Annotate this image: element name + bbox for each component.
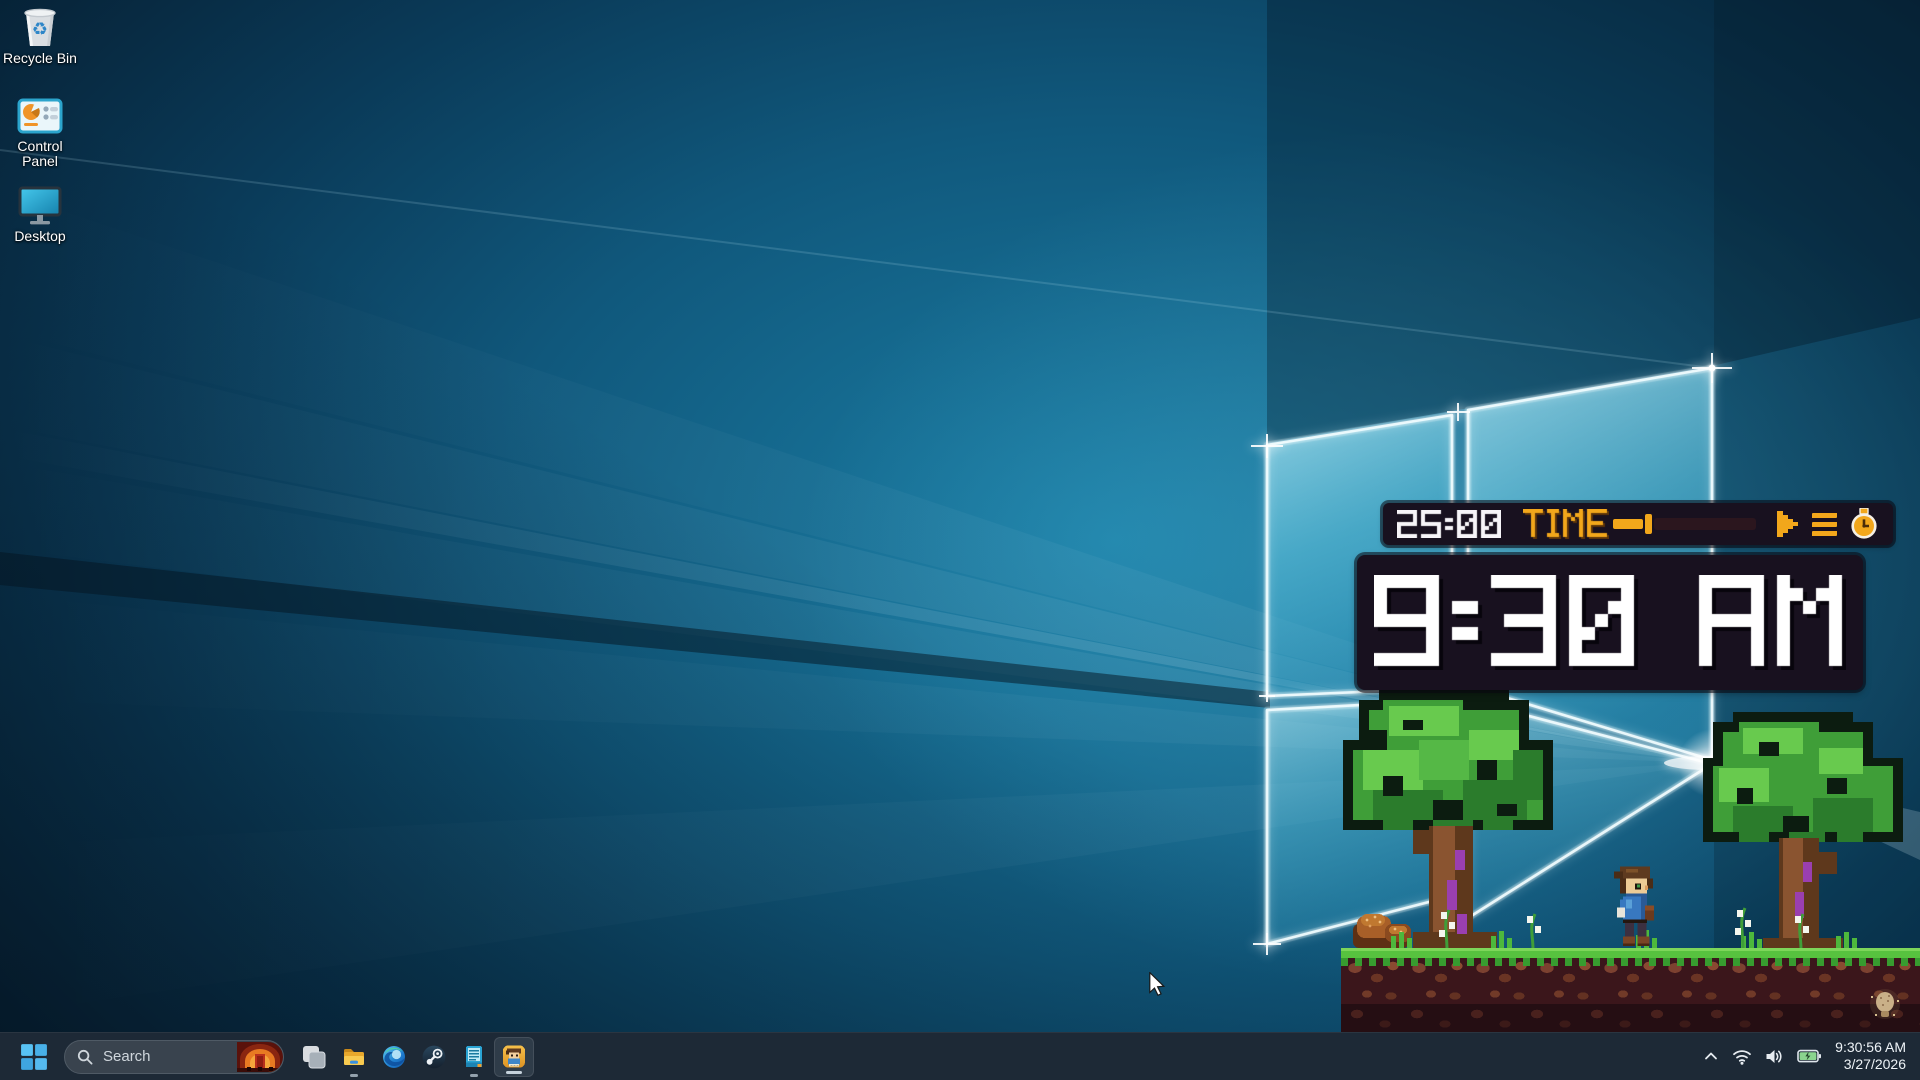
system-tray: 9:30:56 AM 3/27/2026: [1703, 1032, 1920, 1080]
taskbar-app-task-view[interactable]: [294, 1035, 334, 1079]
svg-text:♻: ♻: [32, 19, 48, 40]
ground-grass: [1341, 948, 1920, 958]
ground-deep-dirt: [1341, 1004, 1920, 1032]
desktop-monitor-icon: [18, 186, 62, 226]
file-explorer-icon: [341, 1044, 367, 1070]
desktop-root: ♻ Recycle Bin Control Panel Desktop: [0, 0, 1920, 1080]
tray-date: 3/27/2026: [1835, 1056, 1906, 1073]
steam-icon: [421, 1044, 447, 1070]
start-button[interactable]: [14, 1035, 54, 1079]
theater-pixel-art: [237, 1042, 283, 1072]
timer-countdown: [1397, 510, 1501, 538]
play-button[interactable]: [1776, 511, 1800, 537]
timer-label: [1523, 509, 1609, 539]
taskbar-app-pixel-game[interactable]: [494, 1037, 534, 1077]
pixel-character[interactable]: [1611, 866, 1659, 948]
taskbar-app-edge[interactable]: [374, 1035, 414, 1079]
progress-handle[interactable]: [1645, 514, 1652, 534]
edge-icon: [381, 1044, 407, 1070]
chevron-up-icon: [1703, 1049, 1719, 1063]
pixel-clock-panel[interactable]: [1357, 555, 1863, 690]
pixel-timer-bar[interactable]: [1383, 503, 1893, 545]
battery-icon: [1797, 1047, 1822, 1065]
white-flowers: [1437, 904, 1917, 950]
desktop-icon-label: Control Panel: [2, 139, 78, 169]
stopwatch-icon: [1849, 508, 1879, 540]
stopwatch-button[interactable]: [1849, 508, 1879, 540]
running-indicator: [350, 1074, 358, 1077]
play-icon: [1776, 511, 1800, 537]
search-icon: [77, 1049, 93, 1065]
desktop-icon-label: Desktop: [2, 229, 78, 244]
taskbar-left: [0, 1033, 534, 1080]
pixel-game-icon: [501, 1043, 527, 1070]
taskbar-app-notes[interactable]: [454, 1035, 494, 1079]
search-box[interactable]: [64, 1040, 284, 1074]
active-indicator: [506, 1071, 522, 1074]
wifi-icon: [1732, 1048, 1752, 1065]
search-input[interactable]: [101, 1047, 237, 1066]
grass-edge: [1341, 958, 1920, 966]
taskbar-app-steam[interactable]: [414, 1035, 454, 1079]
task-view-icon: [301, 1044, 327, 1070]
control-panel-icon: [17, 98, 63, 136]
network-button[interactable]: [1732, 1048, 1752, 1065]
tray-time: 9:30:56 AM: [1835, 1039, 1906, 1056]
clock-time-display: [1374, 575, 1846, 670]
windows-start-icon: [20, 1043, 48, 1071]
taskbar-app-file-explorer[interactable]: [334, 1035, 374, 1079]
progress-fill: [1613, 519, 1643, 529]
volume-button[interactable]: [1765, 1048, 1784, 1065]
recycle-bin-icon: ♻: [20, 6, 60, 48]
menu-button[interactable]: [1812, 512, 1837, 536]
timer-progress[interactable]: [1613, 514, 1756, 534]
desktop-icon-label: Recycle Bin: [2, 51, 78, 66]
volume-icon: [1765, 1048, 1784, 1065]
glowing-item: [1869, 988, 1901, 1026]
tray-overflow-button[interactable]: [1703, 1049, 1719, 1063]
battery-button[interactable]: [1797, 1047, 1822, 1065]
desktop-icon-control-panel[interactable]: Control Panel: [2, 98, 78, 169]
tray-clock[interactable]: 9:30:56 AM 3/27/2026: [1835, 1039, 1906, 1073]
search-daily-image[interactable]: [237, 1042, 283, 1072]
desktop-icon-desktop[interactable]: Desktop: [2, 186, 78, 244]
running-indicator: [470, 1074, 478, 1077]
progress-track: [1654, 518, 1756, 530]
notes-app-icon: [461, 1044, 487, 1070]
pixel-game-scene: [1341, 690, 1920, 1032]
desktop-icon-recycle-bin[interactable]: ♻ Recycle Bin: [2, 6, 78, 66]
taskbar: 9:30:56 AM 3/27/2026: [0, 1032, 1920, 1080]
menu-icon: [1812, 512, 1837, 536]
